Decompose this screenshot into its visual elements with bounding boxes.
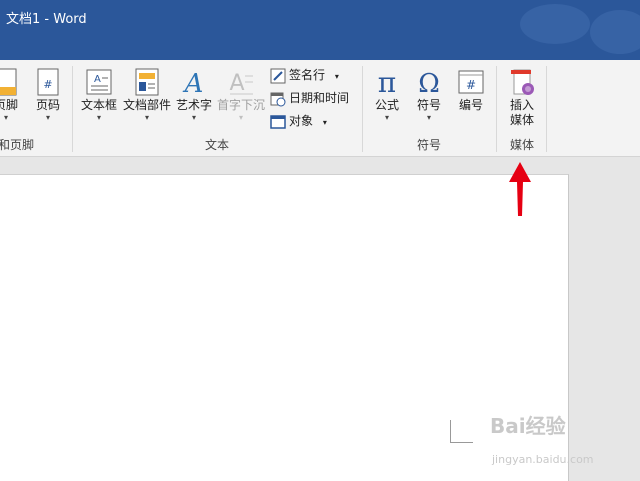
chevron-down-icon: ▾ [238, 113, 243, 122]
object-label: 对象 [289, 114, 314, 128]
media-icon [511, 69, 534, 95]
document-page[interactable] [0, 174, 569, 481]
watermark-url: jingyan.baidu.com [492, 453, 594, 466]
signature-line-button[interactable]: 签名行 ▾ [270, 66, 339, 84]
chevron-down-icon: ▾ [191, 113, 196, 122]
number-label: 编号 [458, 98, 483, 112]
svg-text:A: A [229, 71, 244, 96]
svg-text:Ω: Ω [418, 69, 440, 96]
dropcap-label: 首字下沉 [216, 98, 265, 112]
wordart-icon: A [183, 69, 204, 96]
page-number-icon: # [37, 68, 59, 96]
dropcap-icon: A [229, 71, 253, 96]
title-bar: 文档1 - Word [0, 0, 640, 60]
window-title: 文档1 - Word [6, 12, 87, 27]
wordart-label: 艺术字 [175, 98, 212, 112]
svg-text:A: A [183, 69, 204, 96]
background-cloud-decoration [520, 4, 590, 44]
chevron-down-icon: ▾ [144, 113, 149, 122]
pi-icon: π [378, 68, 396, 96]
chevron-down-icon: ▾ [96, 113, 101, 122]
svg-text:A: A [94, 74, 101, 85]
background-cloud-decoration [590, 10, 640, 54]
symbol-button[interactable]: Ω 符号 ▾ [412, 68, 446, 123]
object-icon [270, 114, 286, 129]
footer-icon [0, 68, 17, 96]
chevron-down-icon: ▾ [426, 113, 431, 122]
date-time-label: 日期和时间 [289, 91, 350, 105]
group-separator [72, 66, 73, 152]
symbols-group-label: 符号 [417, 138, 442, 152]
textbox-label: 文本框 [80, 98, 117, 112]
number-icon: # [458, 70, 484, 94]
chevron-down-icon: ▾ [384, 113, 389, 122]
page-number-button[interactable]: # 页码 ▾ [32, 68, 64, 123]
equation-label: 公式 [374, 98, 399, 112]
media-group-label: 媒体 [510, 138, 535, 152]
chevron-down-icon: ▾ [334, 72, 339, 81]
omega-icon: Ω [418, 69, 440, 96]
watermark-brand: Bai经验 [490, 414, 566, 438]
margin-corner-mark [450, 420, 473, 443]
ribbon-insert: 页脚 ▾ # 页码 ▾ 和页脚 A 文本框 ▾ 文档部件 ▾ [0, 60, 640, 157]
textbox-button[interactable]: A 文本框 ▾ [78, 68, 120, 123]
signature-label: 签名行 [289, 68, 326, 82]
dropcap-button[interactable]: A 首字下沉 ▾ [216, 68, 266, 123]
quick-parts-icon [135, 68, 159, 96]
footer-button[interactable]: 页脚 ▾ [0, 68, 20, 123]
group-separator [496, 66, 497, 152]
number-button[interactable]: # 编号 [454, 68, 488, 113]
text-group-label: 文本 [205, 138, 230, 152]
svg-text:π: π [378, 68, 396, 96]
object-button[interactable]: 对象 ▾ [270, 112, 327, 130]
insert-media-label-line1: 插入 [509, 98, 534, 112]
textbox-icon: A [86, 69, 112, 95]
quick-parts-button[interactable]: 文档部件 ▾ [122, 68, 172, 123]
footer-label: 页脚 [0, 98, 18, 112]
page-number-label: 页码 [35, 98, 60, 112]
svg-text:#: # [43, 78, 52, 91]
chevron-down-icon: ▾ [322, 118, 327, 127]
group-separator [362, 66, 363, 152]
date-time-button[interactable]: 日期和时间 [270, 89, 349, 107]
equation-button[interactable]: π 公式 ▾ [370, 68, 404, 123]
group-separator [546, 66, 547, 152]
chevron-down-icon: ▾ [45, 113, 50, 122]
chevron-down-icon: ▾ [3, 113, 8, 122]
calendar-clock-icon [270, 92, 286, 106]
insert-media-label-line2: 媒体 [509, 113, 534, 127]
insert-media-button[interactable]: 插入 媒体 [503, 68, 541, 128]
signature-icon [270, 68, 286, 83]
wordart-button[interactable]: A 艺术字 ▾ [175, 68, 213, 123]
symbol-label: 符号 [416, 98, 441, 112]
red-arrow-icon [509, 162, 531, 216]
svg-text:#: # [466, 78, 476, 92]
quick-parts-label: 文档部件 [122, 98, 171, 112]
header-footer-group-label: 和页脚 [0, 138, 35, 152]
